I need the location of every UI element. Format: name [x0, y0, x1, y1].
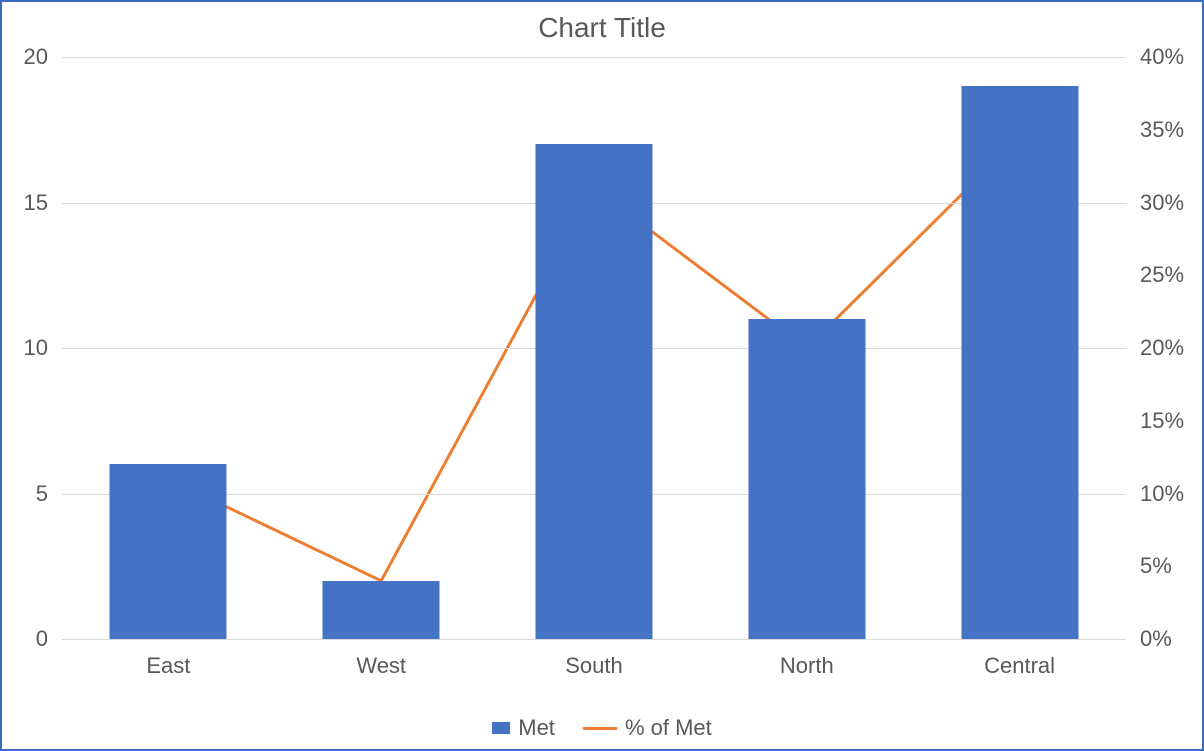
category-label: East — [62, 653, 275, 679]
bar — [110, 464, 227, 639]
bar — [535, 144, 652, 639]
y-left-tick: 5 — [36, 481, 48, 507]
y-right-tick: 25% — [1140, 262, 1184, 288]
legend-swatch-line — [583, 727, 617, 730]
legend-item-met: Met — [492, 715, 555, 741]
legend-item-pct: % of Met — [583, 715, 712, 741]
category-label: North — [700, 653, 913, 679]
legend-label-bar: Met — [518, 715, 555, 741]
y-right-tick: 30% — [1140, 190, 1184, 216]
bar-slot — [913, 57, 1126, 639]
bar-slot — [275, 57, 488, 639]
y-left-tick: 0 — [36, 626, 48, 652]
legend-swatch-bar — [492, 722, 510, 734]
category-label: West — [275, 653, 488, 679]
y-right-tick: 20% — [1140, 335, 1184, 361]
y-left-tick: 10 — [24, 335, 48, 361]
y-left-tick: 20 — [24, 44, 48, 70]
chart-frame: Chart Title 051015200%5%10%15%20%25%30%3… — [0, 0, 1204, 751]
y-right-tick: 10% — [1140, 481, 1184, 507]
y-right-tick: 40% — [1140, 44, 1184, 70]
category-label: South — [488, 653, 701, 679]
chart-title: Chart Title — [2, 12, 1202, 44]
y-right-tick: 0% — [1140, 626, 1172, 652]
y-right-tick: 5% — [1140, 553, 1172, 579]
grid-line — [62, 639, 1126, 640]
bar-slot — [62, 57, 275, 639]
bar — [748, 319, 865, 639]
bar — [323, 581, 440, 639]
legend: Met % of Met — [2, 715, 1202, 741]
y-right-tick: 15% — [1140, 408, 1184, 434]
legend-label-line: % of Met — [625, 715, 712, 741]
y-left-tick: 15 — [24, 190, 48, 216]
bar-slot — [488, 57, 701, 639]
y-right-tick: 35% — [1140, 117, 1184, 143]
category-label: Central — [913, 653, 1126, 679]
bar-slot — [700, 57, 913, 639]
bar — [961, 86, 1078, 639]
plot-area: 051015200%5%10%15%20%25%30%35%40%EastWes… — [62, 57, 1126, 639]
